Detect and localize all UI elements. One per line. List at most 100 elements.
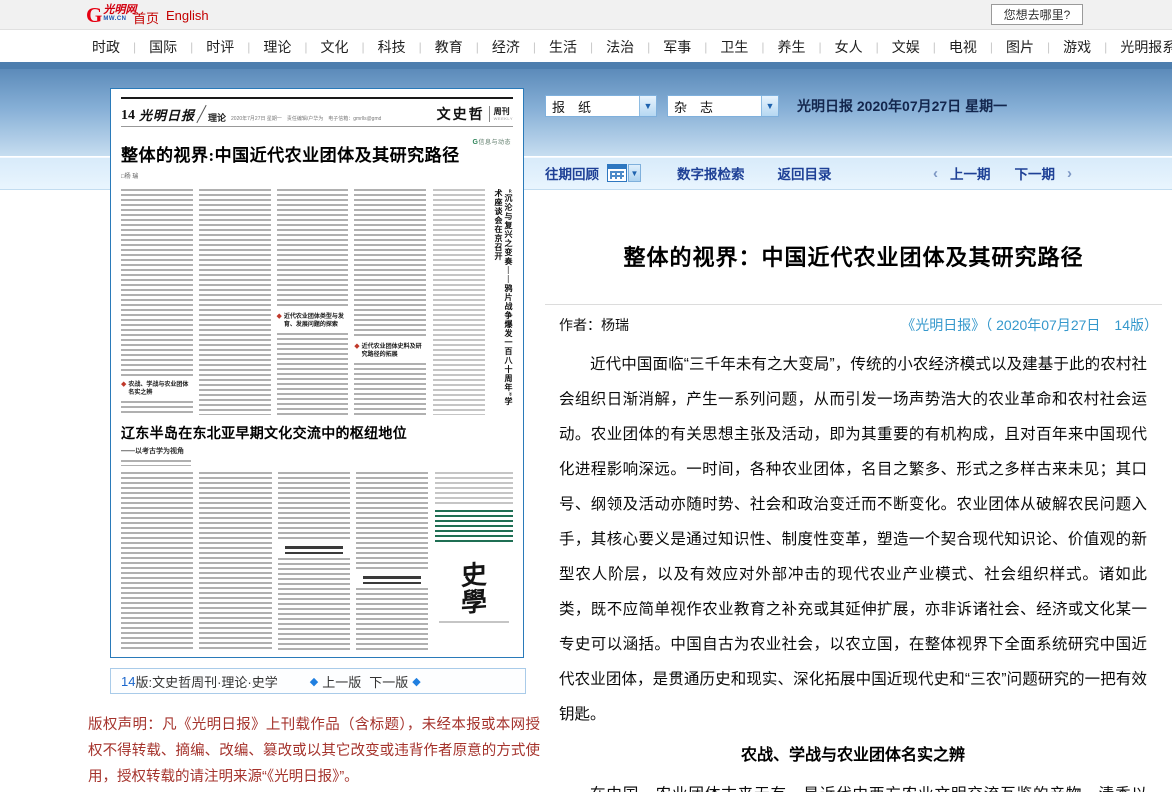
next-issue-arrow-icon[interactable]: › bbox=[1067, 165, 1072, 182]
nav-item-shizheng[interactable]: 时政 bbox=[92, 37, 120, 57]
newspaper-right-rail: “沉沦与复兴之变奏——鸦片战争爆发一百八十周年”学术座谈会在京召开 bbox=[433, 189, 513, 415]
article-source: 《光明日报》（ 2020年07月27日 14版） bbox=[901, 315, 1158, 335]
weekly-divider bbox=[489, 106, 490, 122]
nav-separator: | bbox=[476, 40, 479, 54]
nav-separator: | bbox=[761, 40, 764, 54]
nav-item-wenyu[interactable]: 文娱 bbox=[892, 37, 920, 57]
weekly-english: WEEKLY bbox=[494, 116, 513, 121]
nav-item-wenhua[interactable]: 文化 bbox=[321, 37, 349, 57]
page-nav-number: 14 bbox=[121, 674, 135, 689]
nav-separator: | bbox=[990, 40, 993, 54]
newspaper-article2-byline bbox=[121, 460, 191, 466]
calendar-dropdown-arrow-icon[interactable]: ▼ bbox=[628, 164, 641, 182]
next-page-link[interactable]: 下一版 bbox=[369, 672, 408, 691]
nav-item-fazhi[interactable]: 法治 bbox=[606, 37, 634, 57]
nav-item-lilun[interactable]: 理论 bbox=[263, 37, 291, 57]
chevron-down-icon[interactable]: ▼ bbox=[639, 96, 656, 116]
home-link[interactable]: 首页 bbox=[133, 8, 159, 27]
nav-separator: | bbox=[133, 40, 136, 54]
nav-item-jingji[interactable]: 经济 bbox=[492, 37, 520, 57]
newspaper-page-number: 14 bbox=[121, 108, 135, 124]
nav-separator: | bbox=[1047, 40, 1050, 54]
newspaper-article2-subtitle: ——以考古学为视角 bbox=[121, 446, 436, 456]
nav-item-nvren[interactable]: 女人 bbox=[835, 37, 863, 57]
prev-page-arrow-icon[interactable]: ◆ bbox=[310, 675, 318, 688]
newspaper-column bbox=[356, 472, 428, 651]
prev-page-link[interactable]: 上一版 bbox=[322, 672, 361, 691]
info-dynamics-label: G信息与动态 bbox=[473, 137, 511, 146]
prev-issue-arrow-icon[interactable]: ‹ bbox=[933, 165, 938, 182]
article-body: 近代中国面临“三千年未有之大变局”，传统的小农经济模式以及建基于此的农村社会组织… bbox=[545, 347, 1147, 792]
nav-item-junshi[interactable]: 军事 bbox=[663, 37, 691, 57]
newspaper-column bbox=[199, 189, 271, 415]
chevron-down-icon[interactable]: ▼ bbox=[761, 96, 778, 116]
toolbar-row: 往期回顾 ▼ 数字报检索 返回目录 ‹ 上一期 下一期 › bbox=[545, 161, 1160, 185]
newspaper-article2: 辽东半岛在东北亚早期文化交流中的枢纽地位 ——以考古学为视角 bbox=[121, 423, 513, 651]
copyright-notice: 版权声明：凡《光明日报》上刊载作品（含标题），未经本报或本网授权不得转载、摘编、… bbox=[88, 712, 540, 790]
article-paragraph: 在中国，农业团体古来无有，是近代中西方农业文明交流互鉴的产物。清季以来，相关各类… bbox=[559, 777, 1147, 792]
newspaper-header: 14 光明日报 理论 2020年7月27日 星期一 责任编辑/户华为 电子信箱：… bbox=[121, 102, 513, 124]
issue-pager: ‹ 上一期 下一期 › bbox=[933, 163, 1072, 183]
newspaper-dateline: 2020年7月27日 星期一 责任编辑/户华为 电子信箱：gmrlls@gmda… bbox=[231, 115, 381, 122]
gmw-logo-g: G bbox=[86, 4, 102, 26]
diamond-icon: ◆ bbox=[277, 313, 282, 321]
newspaper-column bbox=[121, 472, 193, 651]
search-input[interactable] bbox=[991, 4, 1083, 25]
blue-strip bbox=[0, 62, 1172, 69]
paper-select[interactable]: 报 纸 ▼ bbox=[545, 95, 657, 117]
mini-headline-bar bbox=[363, 576, 421, 584]
nav-item-shenghuo[interactable]: 生活 bbox=[549, 37, 577, 57]
nav-item-shiping[interactable]: 时评 bbox=[206, 37, 234, 57]
nav-item-jiaoyu[interactable]: 教育 bbox=[435, 37, 463, 57]
newspaper-column: ◆ 近代农业团体类型与发育、发展问题的探索 bbox=[277, 189, 349, 415]
calligraphy-caption bbox=[439, 621, 509, 626]
newspaper-column bbox=[199, 472, 271, 651]
newspaper-right-rail-bottom: 史 學 bbox=[435, 472, 513, 651]
digital-search-link[interactable]: 数字报检索 bbox=[677, 163, 745, 183]
calendar-picker[interactable]: ▼ bbox=[607, 164, 641, 182]
newspaper-subhead-3: ◆ 近代农业团体史料及研究路径的拓展 bbox=[354, 343, 426, 359]
newspaper-article2-headline: 辽东半岛在东北亚早期文化交流中的枢纽地位 bbox=[121, 423, 436, 443]
prev-issue-link[interactable]: 上一期 bbox=[950, 163, 991, 183]
page-root: G 光明网 MW.CN 首页 English 时政 | 国际 | 时评 | 理论 | 文… bbox=[0, 0, 1172, 792]
newspaper-page-preview[interactable]: 14 光明日报 理论 2020年7月27日 星期一 责任编辑/户华为 电子信箱：… bbox=[110, 88, 524, 658]
newspaper-column bbox=[278, 472, 350, 651]
next-page-arrow-icon[interactable]: ◆ bbox=[412, 675, 420, 688]
nav-item-guoji[interactable]: 国际 bbox=[149, 37, 177, 57]
nav-separator: | bbox=[533, 40, 536, 54]
english-link[interactable]: English bbox=[166, 8, 209, 23]
newspaper-column: ◆ 近代农业团体史料及研究路径的拓展 bbox=[354, 189, 426, 415]
page-nav-label: 版:文史哲周刊·理论·史学 bbox=[135, 672, 277, 691]
nav-item-gmbaoxi[interactable]: 光明报系 bbox=[1120, 37, 1172, 57]
nav-separator: | bbox=[933, 40, 936, 54]
back-to-contents-link[interactable]: 返回目录 bbox=[778, 163, 832, 183]
nav-separator: | bbox=[362, 40, 365, 54]
next-issue-link[interactable]: 下一期 bbox=[1015, 163, 1056, 183]
newspaper-column: ◆ 农战、学战与农业团体名实之辨 bbox=[121, 189, 193, 415]
newspaper-page: 14 光明日报 理论 2020年7月27日 星期一 责任编辑/户华为 电子信箱：… bbox=[121, 97, 513, 651]
newspaper-byline: □杨 瑞 bbox=[121, 171, 513, 180]
nav-item-weisheng[interactable]: 卫生 bbox=[720, 37, 748, 57]
article-paragraph: 近代中国面临“三千年未有之大变局”，传统的小农经济模式以及建基于此的农村社会组织… bbox=[559, 347, 1147, 732]
newspaper-headline: 整体的视界:中国近代农业团体及其研究路径 bbox=[121, 141, 513, 166]
magazine-select[interactable]: 杂 志 ▼ bbox=[667, 95, 779, 117]
article-title: 整体的视界：中国近代农业团体及其研究路径 bbox=[545, 240, 1162, 272]
top-header: G 光明网 MW.CN 首页 English bbox=[0, 0, 1172, 30]
nav-item-keji[interactable]: 科技 bbox=[378, 37, 406, 57]
vertical-headline: “沉沦与复兴之变奏——鸦片战争爆发一百八十周年”学术座谈会在京召开 bbox=[493, 189, 513, 407]
weekly-title: 文史哲 bbox=[437, 104, 485, 124]
article-meta: 作者：杨瑞 《光明日报》（ 2020年07月27日 14版） bbox=[545, 304, 1162, 335]
nav-item-tupian[interactable]: 图片 bbox=[1006, 37, 1034, 57]
nav-item-yangsheng[interactable]: 养生 bbox=[778, 37, 806, 57]
nav-separator: | bbox=[819, 40, 822, 54]
header-rule bbox=[121, 126, 513, 127]
nav-item-youxi[interactable]: 游戏 bbox=[1063, 37, 1091, 57]
nav-separator: | bbox=[1104, 40, 1107, 54]
nav-item-dianshi[interactable]: 电视 bbox=[949, 37, 977, 57]
gmw-logo-en: MW.CN bbox=[103, 16, 136, 23]
gmw-logo[interactable]: G 光明网 MW.CN bbox=[86, 4, 136, 26]
page-nav-bar: 14 版:文史哲周刊·理论·史学 ◆ 上一版 下一版 ◆ bbox=[110, 668, 526, 694]
main-nav: 时政| 国际| 时评| 理论| 文化| 科技| 教育| 经济| 生活| 法治| … bbox=[0, 31, 1172, 62]
past-issues-link[interactable]: 往期回顾 bbox=[545, 163, 599, 183]
nav-separator: | bbox=[704, 40, 707, 54]
